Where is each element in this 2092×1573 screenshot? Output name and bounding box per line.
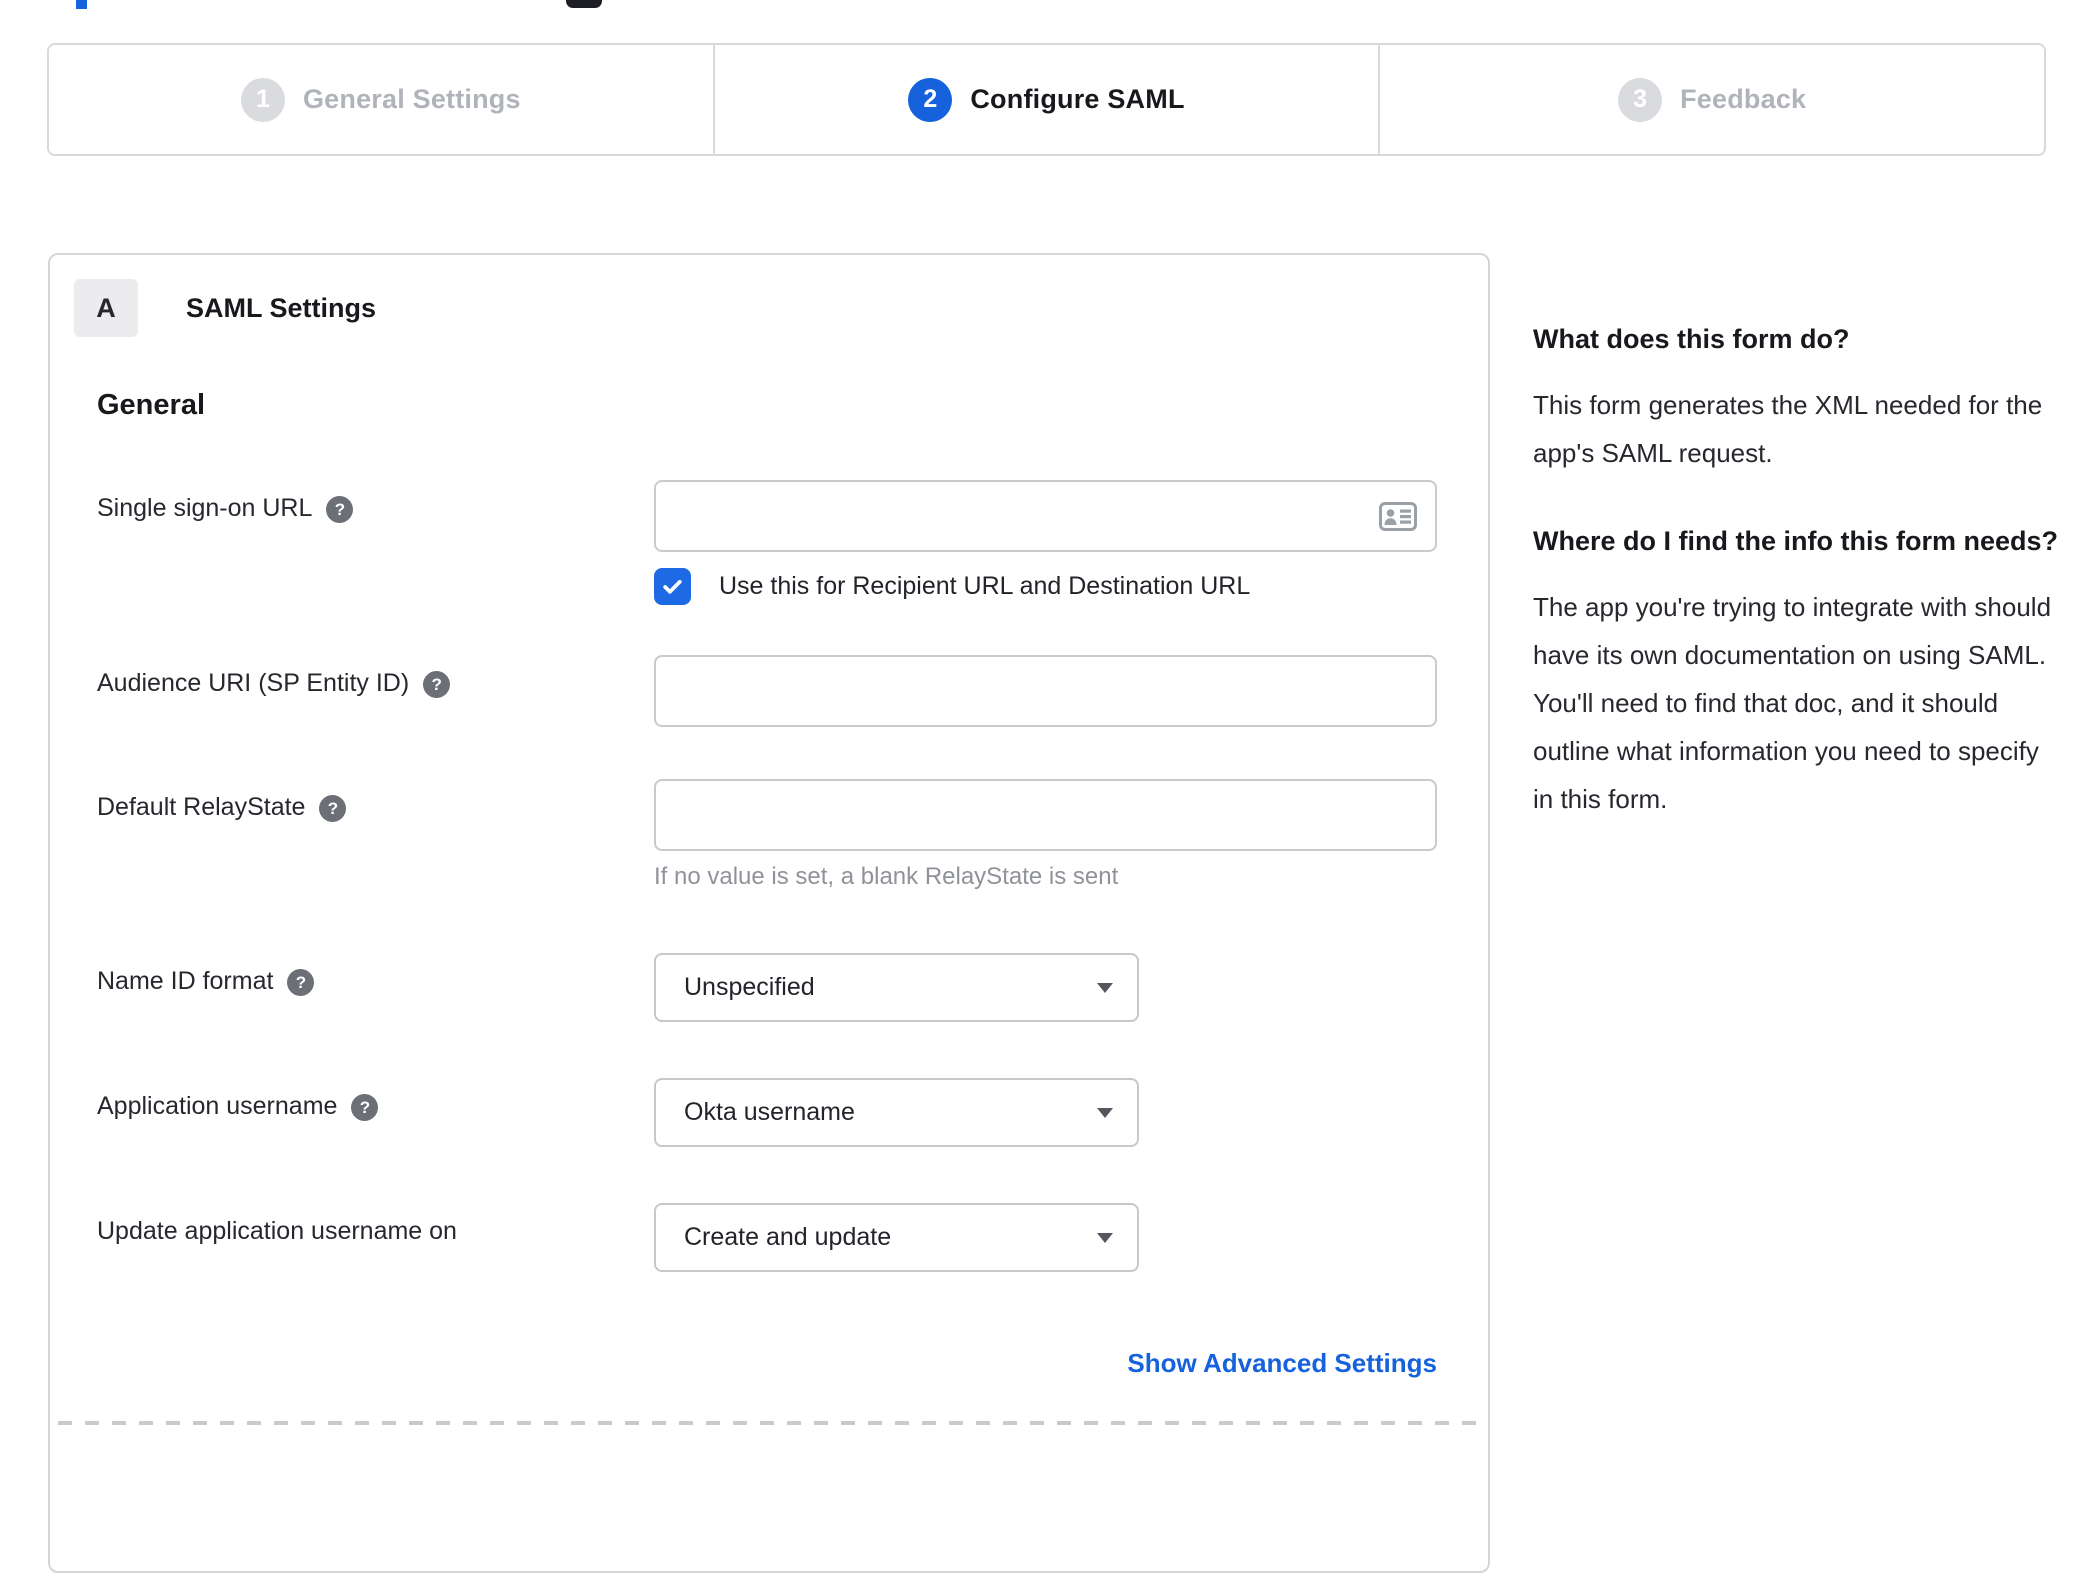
sidebar-question-2: Where do I find the info this form needs… [1533,526,2058,556]
nameid-format-label: Name ID format ? [97,953,654,996]
app-username-label-text: Application username [97,1092,338,1120]
recipient-url-checkbox-label: Use this for Recipient URL and Destinati… [719,571,1251,600]
update-username-select[interactable]: Create and update [654,1203,1139,1272]
update-username-label: Update application username on [97,1203,654,1246]
field-row-sso: Single sign-on URL ? Use this for Recipi… [97,480,1437,605]
wizard-stepper: 1 General Settings 2 Configure SAML 3 Fe… [47,43,2046,156]
relaystate-label-text: Default RelayState [97,793,306,821]
sidebar-question-1: What does this form do? [1533,324,1850,354]
app-username-label: Application username ? [97,1078,654,1121]
help-icon[interactable]: ? [319,795,347,822]
nameid-format-value: Unspecified [684,973,815,1001]
field-row-audience: Audience URI (SP Entity ID) ? [97,655,1437,727]
dashed-section-divider [58,1421,1480,1425]
field-row-appusername: Application username ? Okta username [97,1078,1433,1147]
help-icon[interactable]: ? [423,671,451,698]
chevron-down-icon [1097,982,1113,993]
sso-url-input[interactable] [654,480,1437,552]
show-advanced-settings-link[interactable]: Show Advanced Settings [1127,1348,1437,1379]
help-icon[interactable]: ? [326,496,354,523]
sidebar-answer-2: The app you're trying to integrate with … [1533,592,2052,814]
relaystate-helper-text: If no value is set, a blank RelayState i… [654,863,1119,890]
step-configure-saml[interactable]: 2 Configure SAML [712,45,1379,154]
step-general-settings[interactable]: 1 General Settings [49,45,713,154]
step-feedback[interactable]: 3 Feedback [1378,45,2044,154]
step-number-badge: 2 [908,77,953,122]
step-number-badge: 1 [240,77,285,122]
section-a-badge: A [74,279,138,337]
step-label: Configure SAML [970,84,1185,114]
sso-url-label: Single sign-on URL ? [97,480,654,523]
help-icon[interactable]: ? [351,1094,379,1121]
chevron-down-icon [1097,1107,1113,1118]
general-group-title: General [97,389,205,421]
audience-uri-label-text: Audience URI (SP Entity ID) [97,669,410,697]
relaystate-label: Default RelayState ? [97,779,654,822]
audience-uri-input[interactable] [654,655,1437,727]
recipient-url-checkbox[interactable] [654,567,691,605]
app-username-select[interactable]: Okta username [654,1078,1139,1147]
saml-settings-panel: A SAML Settings General Single sign-on U… [48,253,1490,1573]
step-label: General Settings [302,84,521,114]
clipped-blue-fragment [76,0,87,9]
sso-url-label-text: Single sign-on URL [97,494,313,522]
field-row-relaystate: Default RelayState ? If no value is set,… [97,779,1437,891]
step-number-badge: 3 [1618,77,1663,122]
clipped-logo-fragment [566,0,602,8]
help-icon[interactable]: ? [287,969,315,996]
sidebar-answer-1: This form generates the XML needed for t… [1533,390,2043,468]
relaystate-input[interactable] [654,779,1437,851]
app-username-value: Okta username [684,1098,855,1126]
autofill-contact-card-icon[interactable] [1379,502,1417,531]
nameid-format-select[interactable]: Unspecified [654,953,1139,1022]
field-row-nameid: Name ID format ? Unspecified [97,953,1433,1022]
update-username-label-text: Update application username on [97,1217,457,1245]
step-label: Feedback [1680,84,1807,114]
help-sidebar: What does this form do? This form genera… [1533,317,2063,823]
chevron-down-icon [1097,1232,1113,1243]
update-username-value: Create and update [684,1223,892,1251]
section-title: SAML Settings [186,292,377,323]
audience-uri-label: Audience URI (SP Entity ID) ? [97,655,654,698]
field-row-update-username: Update application username on Create an… [97,1203,1433,1272]
nameid-format-label-text: Name ID format [97,967,274,995]
